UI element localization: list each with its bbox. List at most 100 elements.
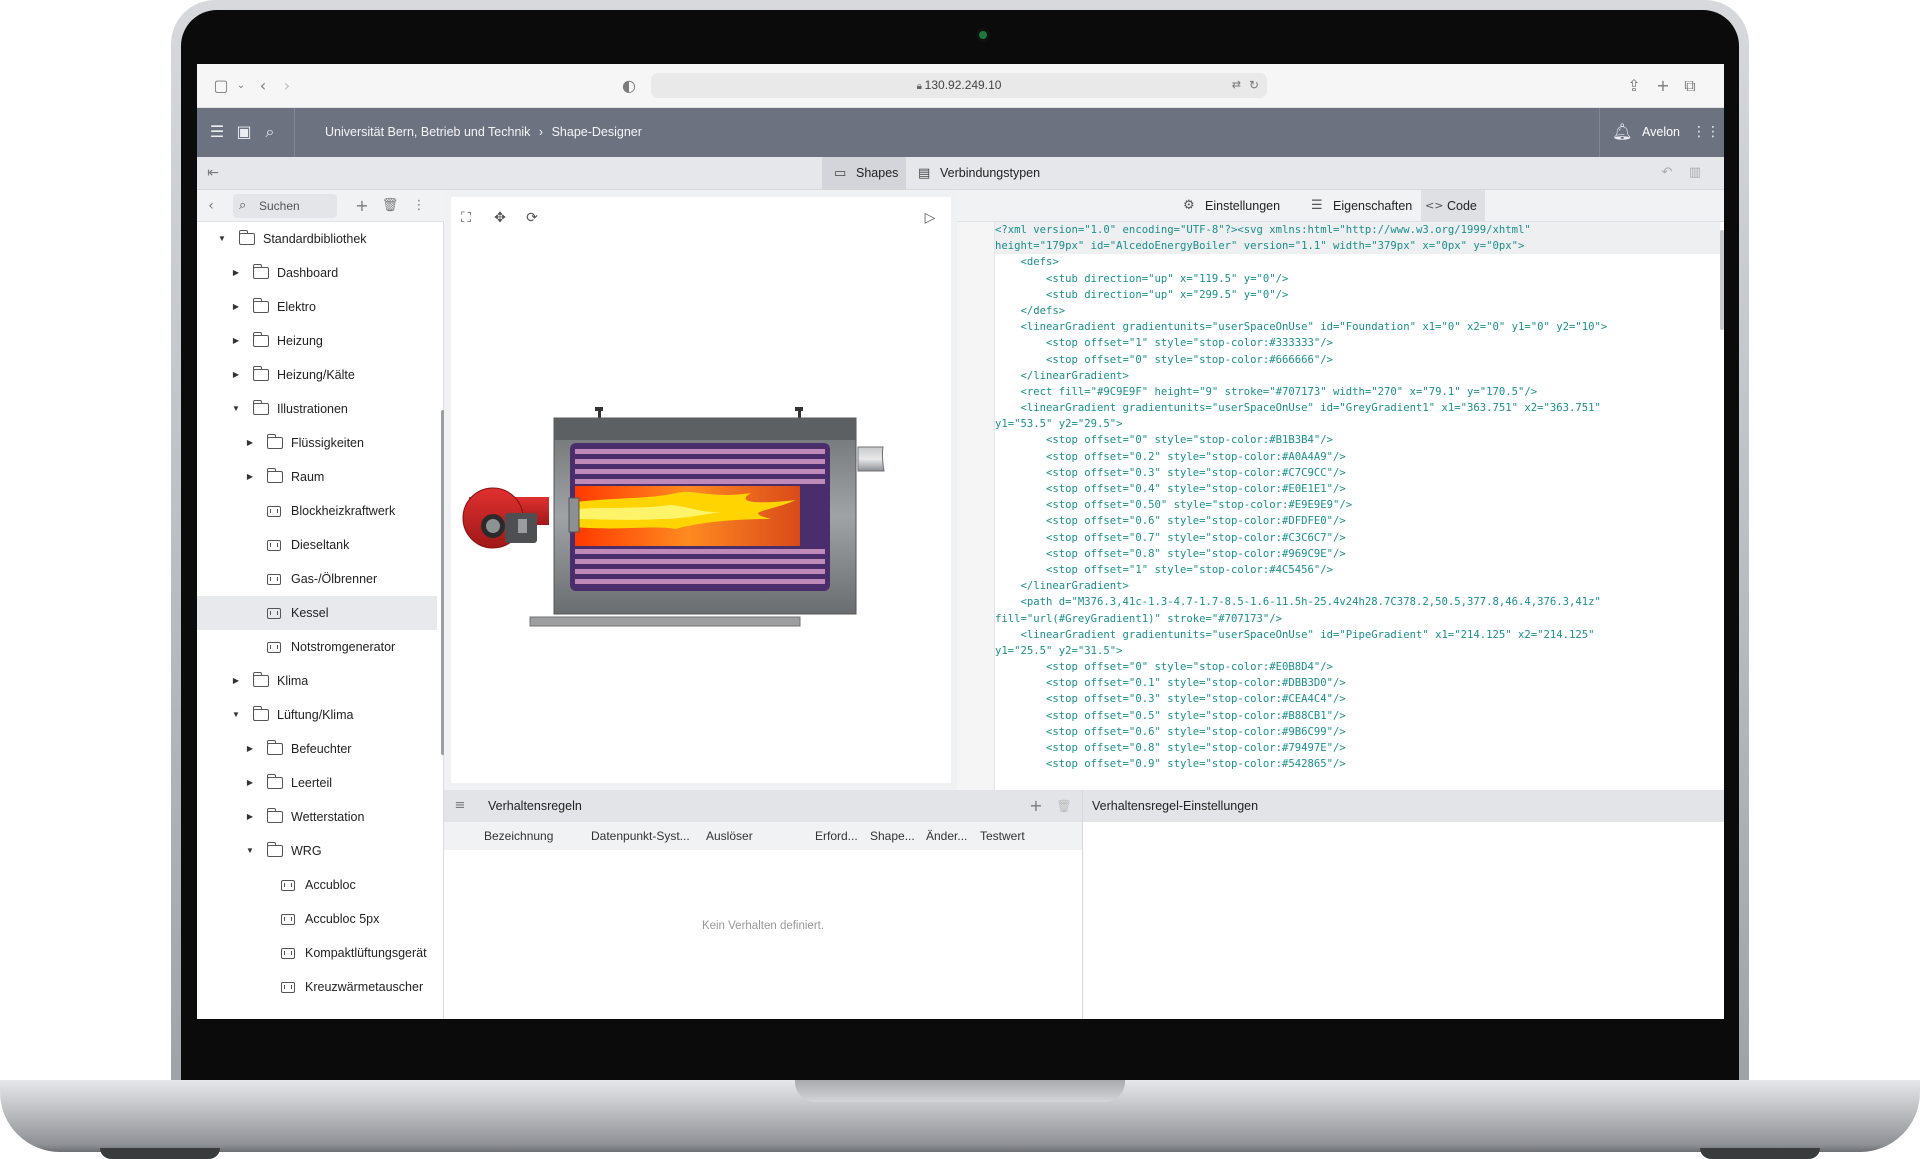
reload-icon[interactable]: ↻ xyxy=(1249,73,1259,98)
tree-item[interactable]: ▼ Illustrationen xyxy=(197,392,437,426)
code-line: 2 <defs> xyxy=(995,254,1720,270)
tab-einstellungen[interactable]: ⚙ Einstellungen xyxy=(1179,190,1283,222)
sidebar-toolbar: ‹ ⌕ Suchen + 🗑︎ ⋮ xyxy=(197,190,444,222)
menu-icon[interactable]: ☰ xyxy=(207,122,227,142)
filter-icon[interactable]: ≡ xyxy=(450,796,470,816)
tabs-overview-icon[interactable]: ⧉ xyxy=(1680,76,1700,96)
chevron-down-icon[interactable]: ⌄ xyxy=(231,76,251,96)
search-placeholder: Suchen xyxy=(259,199,300,213)
caret-right-icon[interactable]: ▶ xyxy=(231,664,241,698)
add-icon[interactable]: + xyxy=(352,196,372,216)
tree-item[interactable]: ▶ Dashboard xyxy=(197,256,437,290)
tree-item[interactable]: Kessel xyxy=(197,596,437,630)
tree-item[interactable]: Accubloc xyxy=(197,868,437,902)
delete-rule-icon[interactable]: 🗑︎ xyxy=(1054,796,1074,816)
col-erforderlich[interactable]: Erford... xyxy=(815,822,858,850)
sidebar-toggle-icon[interactable]: ▢ xyxy=(211,76,231,96)
more-vertical-icon[interactable]: ⋮ xyxy=(409,196,429,216)
tree-item[interactable]: ▼ Lüftung/Klima xyxy=(197,698,437,732)
code-text: <stop offset="0.50" style="stop-color:#E… xyxy=(995,499,1353,512)
tree-item[interactable]: ▶ Flüssigkeiten xyxy=(197,426,437,460)
save-icon[interactable]: ▥ xyxy=(1685,163,1705,183)
tree-item[interactable]: Dieseltank xyxy=(197,528,437,562)
code-text: </linearGradient> xyxy=(995,580,1129,593)
tree-item[interactable]: ▶ Leerteil xyxy=(197,766,437,800)
code-text: <linearGradient gradientunits="userSpace… xyxy=(995,628,1595,641)
code-editor[interactable]: 1<?xml version="1.0" encoding="UTF-8"?><… xyxy=(995,222,1720,790)
new-tab-icon[interactable]: + xyxy=(1653,76,1673,96)
panel-divider[interactable] xyxy=(1082,790,1083,1019)
breadcrumb-site[interactable]: Universität Bern, Betrieb und Technik xyxy=(325,125,530,139)
caret-right-icon[interactable]: ▶ xyxy=(245,732,255,766)
tree-item[interactable]: ▶ Befeuchter xyxy=(197,732,437,766)
caret-right-icon[interactable]: ▶ xyxy=(231,358,241,392)
address-bar[interactable]: 🔒︎ 130.92.249.10 ⇄ ↻ xyxy=(651,73,1267,98)
caret-right-icon[interactable]: ▶ xyxy=(245,426,255,460)
apps-grid-icon[interactable]: ⋮⋮⋮ xyxy=(1692,122,1724,142)
tree-item[interactable]: ▼ WRG xyxy=(197,834,437,868)
tree-item[interactable]: Accubloc 5px xyxy=(197,902,437,936)
user-name[interactable]: Avelon xyxy=(1642,108,1680,157)
browser-toolbar: ▢ ⌄ ‹ › ◐ 🔒︎ 130.92.249.10 ⇄ ↻ ⇪ + ⧉ xyxy=(197,64,1724,108)
caret-right-icon[interactable]: ▶ xyxy=(245,766,255,800)
bell-icon[interactable]: 🔔︎ xyxy=(1612,122,1632,142)
shape-canvas[interactable]: ⛶ ✥ ⟳ ▷ xyxy=(451,197,951,783)
tree-item[interactable]: Kompaktlüftungsgerät xyxy=(197,936,437,970)
tab-eigenschaften[interactable]: ☰ Eigenschaften xyxy=(1307,190,1427,222)
tree-item[interactable]: ▼ Standardbibliothek xyxy=(197,222,437,256)
col-bezeichnung[interactable]: Bezeichnung xyxy=(484,822,553,850)
code-text: <stop offset="0.2" style="stop-color:#A0… xyxy=(995,450,1346,463)
col-ausloeser[interactable]: Auslöser xyxy=(706,822,753,850)
code-text: y1="25.5" y2="31.5"> xyxy=(995,644,1123,657)
undo-icon[interactable]: ↶ xyxy=(1657,163,1677,183)
tab-shapes[interactable]: ▭ Shapes xyxy=(822,157,906,190)
url-text: 130.92.249.10 xyxy=(924,78,1002,92)
tree-item-label: Befeuchter xyxy=(291,742,352,756)
caret-right-icon[interactable]: ▶ xyxy=(245,800,255,834)
code-scrollbar[interactable] xyxy=(1720,230,1724,330)
tree-item[interactable]: Blockheizkraftwerk xyxy=(197,494,437,528)
caret-right-icon[interactable]: ▶ xyxy=(231,290,241,324)
caret-right-icon[interactable]: ▶ xyxy=(245,460,255,494)
tree-item[interactable]: ▶ Klima xyxy=(197,664,437,698)
search-input[interactable]: ⌕ Suchen xyxy=(233,194,337,218)
share-icon[interactable]: ⇪ xyxy=(1624,76,1644,96)
search-icon[interactable]: ⌕ xyxy=(260,122,280,142)
tree-item[interactable]: ▶ Heizung/Kälte xyxy=(197,358,437,392)
trash-icon[interactable]: 🗑︎ xyxy=(380,196,400,216)
caret-down-icon[interactable]: ▼ xyxy=(245,834,255,868)
caret-down-icon[interactable]: ▼ xyxy=(231,392,241,426)
tree-item[interactable]: Notstromgenerator xyxy=(197,630,437,664)
code-text: <defs> xyxy=(995,256,1059,269)
code-line: fill="url(#GreyGradient1)" stroke="#7071… xyxy=(995,611,1720,627)
shield-icon[interactable]: ◐ xyxy=(619,76,639,96)
col-testwert[interactable]: Testwert xyxy=(980,822,1025,850)
caret-right-icon[interactable]: ▶ xyxy=(231,324,241,358)
back-arrow-icon[interactable]: ‹ xyxy=(201,196,221,216)
forward-icon[interactable]: › xyxy=(277,76,297,96)
caret-right-icon[interactable]: ▶ xyxy=(231,256,241,290)
briefcase-icon[interactable]: ▣ xyxy=(234,122,254,142)
tree-item-label: Wetterstation xyxy=(291,810,365,824)
tree-item[interactable]: ▶ Heizung xyxy=(197,324,437,358)
camera-indicator xyxy=(979,31,987,39)
code-text: <stop offset="0.3" style="stop-color:#CE… xyxy=(995,693,1346,706)
col-aenderung[interactable]: Änder... xyxy=(926,822,967,850)
translate-icon[interactable]: ⇄ xyxy=(1232,73,1241,98)
caret-down-icon[interactable]: ▼ xyxy=(217,222,227,256)
tab-code[interactable]: <> Code xyxy=(1421,190,1485,222)
code-line: 16 <stop offset="0.50" style="stop-color… xyxy=(995,497,1720,513)
tree-item[interactable]: ▶ Elektro xyxy=(197,290,437,324)
tree-item[interactable]: ▶ Raum xyxy=(197,460,437,494)
collapse-sidebar-icon[interactable]: ⇤ xyxy=(203,163,223,183)
caret-down-icon[interactable]: ▼ xyxy=(231,698,241,732)
tree-item-label: Heizung/Kälte xyxy=(277,368,355,382)
back-icon[interactable]: ‹ xyxy=(253,76,273,96)
tab-verbindungstypen[interactable]: ▤ Verbindungstypen xyxy=(906,157,1046,190)
col-datenpunkt[interactable]: Datenpunkt-Syst... xyxy=(591,822,690,850)
tree-item[interactable]: Gas-/Ölbrenner xyxy=(197,562,437,596)
tree-item[interactable]: ▶ Wetterstation xyxy=(197,800,437,834)
tree-item[interactable]: Kreuzwärmetauscher xyxy=(197,970,437,1004)
add-rule-icon[interactable]: + xyxy=(1026,796,1046,816)
col-shape[interactable]: Shape... xyxy=(870,822,915,850)
